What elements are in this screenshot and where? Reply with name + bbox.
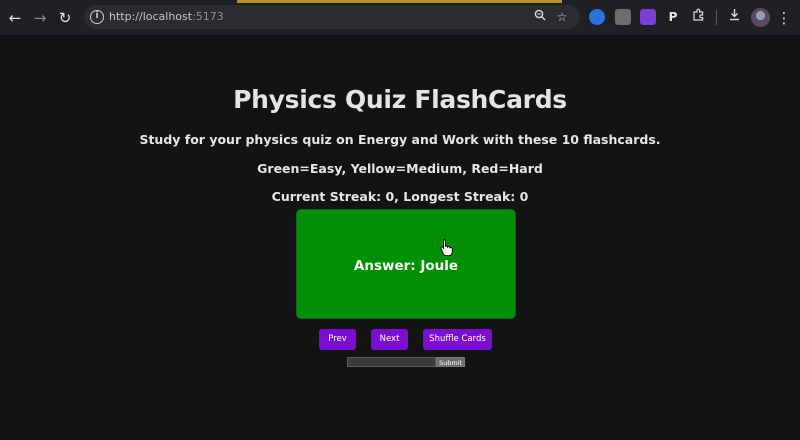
kebab-menu-icon[interactable]: ⋮ — [774, 8, 794, 28]
back-arrow-icon[interactable]: ← — [5, 8, 25, 28]
streak-counter: Current Streak: 0, Longest Streak: 0 — [271, 189, 529, 204]
answer-input[interactable] — [347, 357, 436, 367]
profile-avatar[interactable] — [751, 8, 770, 27]
url-text[interactable]: http://localhost:5173 — [109, 10, 224, 23]
tab-strip-accent — [237, 0, 562, 3]
toolbar-separator — [716, 10, 717, 25]
url-port: :5173 — [192, 10, 224, 23]
address-bar[interactable]: i http://localhost:5173 ☆ — [84, 5, 580, 29]
page-title: Physics Quiz FlashCards — [233, 85, 567, 114]
extension-1-icon[interactable] — [589, 9, 605, 25]
next-button[interactable]: Next — [371, 329, 408, 350]
extensions-puzzle-icon[interactable] — [689, 8, 707, 26]
page-body: Physics Quiz FlashCards Study for your p… — [0, 35, 800, 440]
shuffle-cards-button[interactable]: Shuffle Cards — [423, 329, 492, 350]
page-description: Study for your physics quiz on Energy an… — [139, 132, 661, 147]
reload-icon[interactable]: ↻ — [55, 8, 75, 28]
extension-p-icon[interactable]: P — [665, 9, 681, 25]
flashcard[interactable]: Answer: Joule — [296, 209, 516, 319]
download-icon[interactable] — [725, 8, 743, 26]
browser-toolbar: ← → ↻ i http://localhost:5173 ☆ P ⋮ — [0, 0, 800, 35]
url-host: http://localhost — [109, 10, 193, 23]
site-info-icon[interactable]: i — [90, 10, 104, 24]
forward-arrow-icon[interactable]: → — [30, 8, 50, 28]
extension-3-icon[interactable] — [640, 9, 656, 25]
flashcard-text: Answer: Joule — [353, 258, 459, 274]
difficulty-legend: Green=Easy, Yellow=Medium, Red=Hard — [257, 161, 543, 176]
zoom-icon[interactable] — [531, 8, 549, 26]
bookmark-star-icon[interactable]: ☆ — [553, 8, 571, 26]
prev-button[interactable]: Prev — [319, 329, 356, 350]
submit-button[interactable]: Submit — [436, 357, 465, 367]
extension-2-icon[interactable] — [615, 9, 631, 25]
hand-pointer-cursor-icon — [440, 239, 453, 256]
